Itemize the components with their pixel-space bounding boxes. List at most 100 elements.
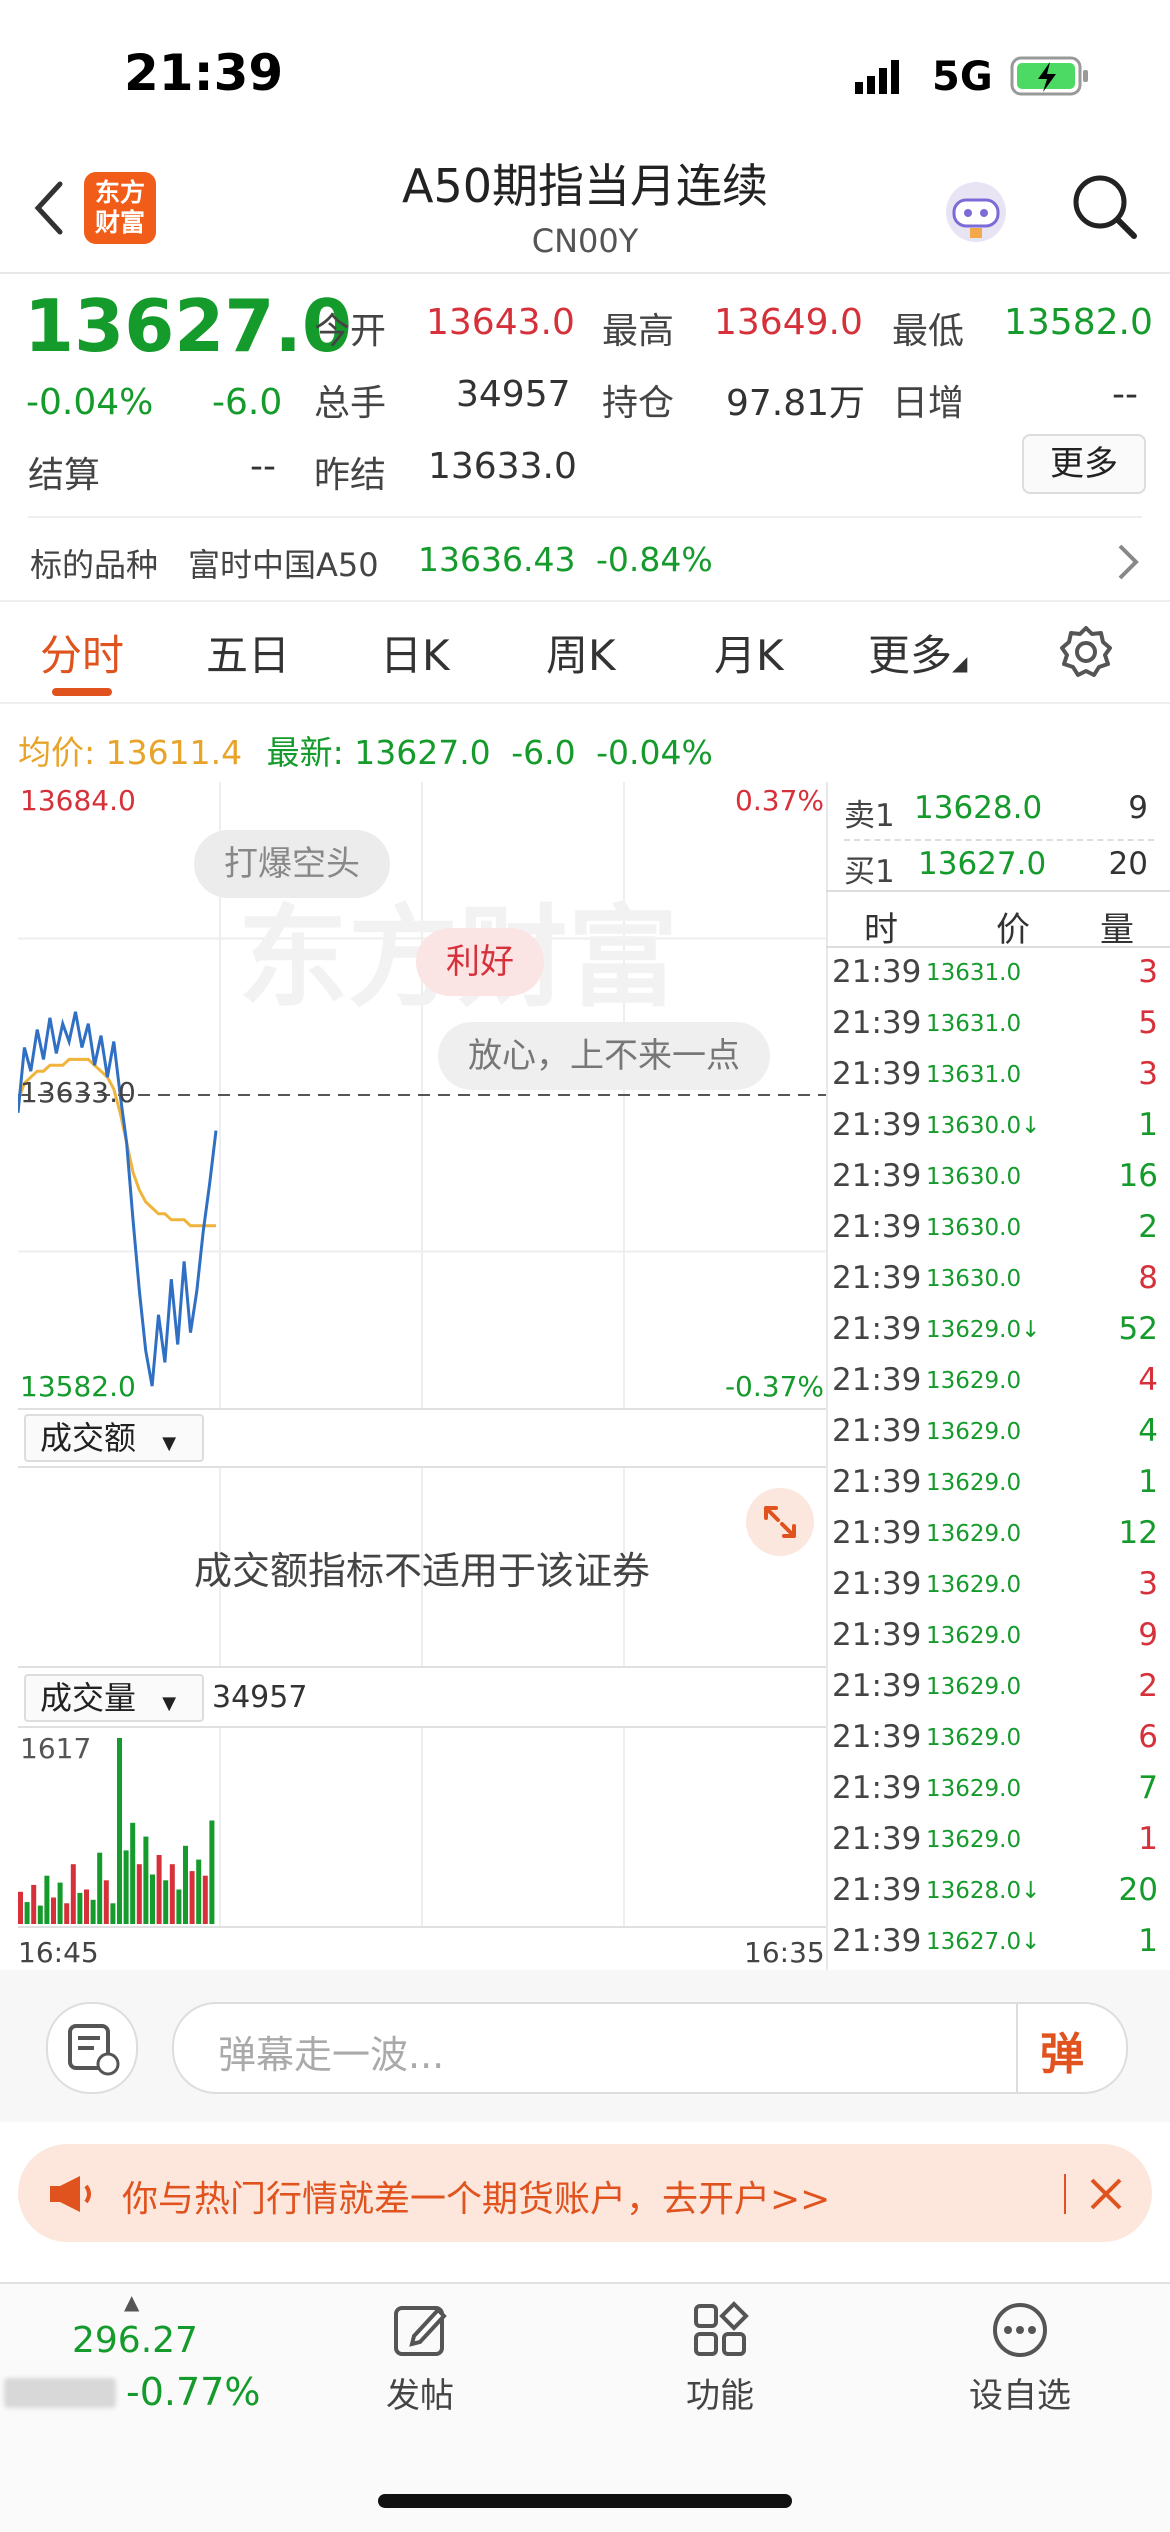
tab-intraday[interactable]: 分时 (40, 622, 124, 683)
trade-row: 21:39 13630.0 8 (826, 1260, 1164, 1311)
active-tab-indicator (52, 688, 112, 696)
tab-five-day[interactable]: 五日 (206, 622, 290, 683)
trade-volume: 3 (1138, 1056, 1158, 1092)
trade-price: 13629.0 (926, 1827, 1022, 1853)
trade-row: 21:39 13629.0 12 (826, 1515, 1164, 1566)
promo-banner[interactable]: 你与热门行情就差一个期货账户，去开户>> (18, 2144, 1152, 2242)
tab-daily-k[interactable]: 日K (380, 622, 450, 683)
tab-weekly-k[interactable]: 周K (546, 622, 616, 683)
nav-functions[interactable]: 功能 (650, 2300, 790, 2430)
order-book: 卖1 13628.0 9 买1 13627.0 20 时 价 量 21:39 13… (826, 782, 1170, 1972)
turnover-chart: 成交额指标不适用于该证券 (18, 1468, 826, 1666)
ask-row[interactable]: 卖1 13628.0 9 (826, 782, 1170, 838)
volume-bar (136, 1864, 142, 1924)
volume-bar (169, 1864, 175, 1924)
ask-volume: 9 (1128, 790, 1148, 826)
trade-time: 21:39 (832, 954, 922, 990)
nav-functions-label: 功能 (686, 2376, 754, 2416)
trade-time: 21:39 (832, 1668, 922, 1704)
settle-label: 结算 (28, 455, 101, 496)
danmu-list-icon[interactable] (46, 2002, 138, 2094)
megaphone-icon (46, 2172, 96, 2220)
bid-price: 13627.0 (918, 846, 1047, 882)
nav-watchlist[interactable]: 设自选 (950, 2300, 1090, 2430)
trade-volume: 52 (1118, 1311, 1158, 1347)
trade-time: 21:39 (832, 1158, 922, 1194)
volume-bar (44, 1875, 50, 1924)
trade-row: 21:39 13629.0 2 (826, 1668, 1164, 1719)
trade-row: 21:39 13629.0 1 (826, 1821, 1164, 1872)
volume-bar (202, 1875, 208, 1924)
nav-post-label: 发帖 (386, 2376, 454, 2416)
trade-row: 21:39 13629.0 4 (826, 1413, 1164, 1464)
trade-volume: 1 (1138, 1107, 1158, 1143)
trade-time: 21:39 (832, 1770, 922, 1806)
nav-post[interactable]: 发帖 (350, 2300, 490, 2430)
trade-price: 13629.0 (926, 1623, 1022, 1649)
turnover-selector[interactable]: 成交额 ▼ (24, 1414, 204, 1462)
network-label: 5G (932, 54, 993, 100)
bid-row[interactable]: 买1 13627.0 20 (826, 840, 1170, 896)
volume-bar (84, 1889, 89, 1924)
latest-value: 13627.0 (354, 733, 491, 772)
trade-list[interactable]: 21:39 13631.0 3 21:39 13631.0 5 21:39 13631.0 3 2… (826, 954, 1170, 1974)
danmu-bubble-1[interactable]: 打爆空头 (194, 830, 390, 898)
trade-row: 21:39 13631.0 3 (826, 954, 1164, 1005)
trade-time: 21:39 (832, 1821, 922, 1857)
tab-more[interactable]: 更多◢ (868, 622, 967, 683)
trade-time: 21:39 (832, 1056, 922, 1092)
turnover-selector-label: 成交额 (40, 1419, 137, 1457)
settings-gear-icon[interactable] (1058, 624, 1114, 684)
danmu-bubble-3[interactable]: 放心，上不来一点 (438, 1022, 770, 1090)
trade-time: 21:39 (832, 1566, 922, 1602)
y-axis-right-bottom-label: -0.37% (725, 1370, 824, 1403)
expand-icon[interactable] (746, 1488, 814, 1556)
chevron-right-icon (1116, 542, 1140, 586)
danmu-send-button[interactable]: 弹 (1040, 2018, 1084, 2082)
trade-price: 13630.0 (926, 1215, 1022, 1241)
tab-monthly-k[interactable]: 月K (714, 622, 784, 683)
promo-text: 你与热门行情就差一个期货账户，去开户>> (122, 2179, 831, 2220)
more-button[interactable]: 更多 (1022, 434, 1146, 494)
index-ticker[interactable]: ▲ 296.27 -0.77% (0, 2290, 290, 2430)
col-time: 时 (864, 910, 898, 950)
underlying-row[interactable]: 标的品种 富时中国A50 13636.43 -0.84% (0, 518, 1170, 600)
volume-selector[interactable]: 成交量 ▼ (24, 1674, 204, 1722)
volume-bar (123, 1850, 129, 1924)
low-value: 13582.0 (1004, 302, 1153, 343)
x-axis-start: 16:45 (18, 1936, 99, 1969)
triangle-down-icon: ▼ (162, 1693, 177, 1714)
close-icon[interactable] (1086, 2174, 1126, 2218)
robot-assistant-icon[interactable] (940, 176, 1012, 252)
bid-label: 买1 (844, 854, 895, 890)
index-value: 296.27 (72, 2320, 198, 2361)
trade-row: 21:39 13628.0↓ 20 (826, 1872, 1164, 1923)
volume-chart[interactable]: 1617 (18, 1728, 826, 1928)
daily-inc-label: 日增 (892, 383, 965, 424)
trade-time: 21:39 (832, 1617, 922, 1653)
trade-time: 21:39 (832, 1719, 922, 1755)
trade-volume: 2 (1138, 1209, 1158, 1245)
danmu-send-label: 弹 (1040, 2029, 1084, 2080)
volume-bar (176, 1889, 182, 1924)
prev-settle-label: 昨结 (314, 455, 387, 496)
trade-price: 13631.0 (926, 1062, 1022, 1088)
search-icon[interactable] (1070, 172, 1140, 246)
col-price: 价 (996, 910, 1030, 950)
trade-volume: 16 (1118, 1158, 1158, 1194)
volume-total: 34957 (212, 1680, 308, 1715)
trade-volume: 9 (1138, 1617, 1158, 1653)
volume-selector-label: 成交量 (40, 1679, 137, 1717)
bid-volume: 20 (1108, 846, 1148, 882)
y-axis-bottom-label: 13582.0 (20, 1370, 136, 1403)
volume-bar (103, 1880, 109, 1924)
index-name-blurred (4, 2378, 116, 2408)
trade-time: 21:39 (832, 1005, 922, 1041)
edit-icon (394, 2306, 447, 2356)
volume-bar (130, 1822, 136, 1924)
intraday-chart[interactable]: 东方财富 13684.0 13582.0 13633.0 0.37% -0.37… (16, 782, 826, 1408)
danmu-bubble-2[interactable]: 利好 (416, 928, 544, 996)
open-value: 13643.0 (426, 302, 575, 343)
danmu-input[interactable]: 弹幕走一波... 弹 (172, 2002, 1128, 2094)
y-axis-top-label: 13684.0 (20, 784, 136, 817)
